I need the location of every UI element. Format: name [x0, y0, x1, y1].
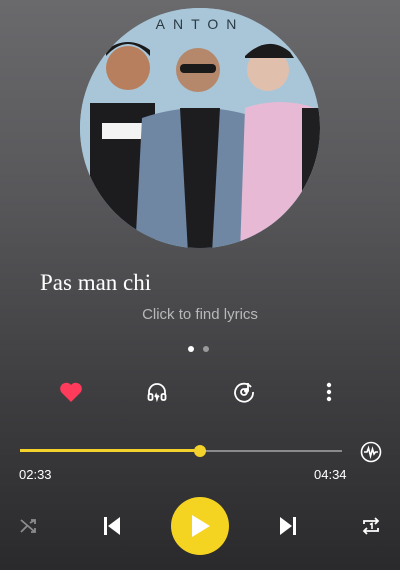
find-lyrics-link[interactable]: Click to find lyrics: [0, 306, 400, 323]
heart-icon: [60, 382, 82, 402]
album-art-text: ANTON: [155, 16, 245, 32]
waveform-icon: [360, 441, 382, 463]
elapsed-time: 02:33: [19, 467, 52, 482]
shuffle-button[interactable]: [18, 515, 40, 537]
play-button[interactable]: [171, 497, 229, 555]
action-row: [0, 378, 400, 408]
favorite-button[interactable]: [58, 380, 84, 404]
more-vertical-icon: [326, 382, 332, 402]
album-art: ANTON: [80, 8, 320, 248]
headphones-button[interactable]: [145, 380, 169, 404]
repeat-button[interactable]: [359, 515, 383, 537]
next-button[interactable]: [276, 514, 300, 538]
page-dot[interactable]: [203, 346, 209, 352]
play-icon: [192, 515, 210, 537]
playback-controls: [0, 497, 400, 557]
previous-button[interactable]: [100, 514, 124, 538]
page-dot-active[interactable]: [188, 346, 194, 352]
equalizer-button[interactable]: [232, 380, 256, 404]
headphones-icon: [147, 383, 167, 403]
album-art-image: [80, 8, 320, 248]
skip-previous-icon: [104, 517, 120, 535]
repeat-one-icon: [362, 517, 380, 535]
track-title: Pas man chi: [40, 270, 152, 295]
page-indicator: [188, 346, 209, 352]
skip-next-icon: [280, 517, 296, 535]
seek-fill: [20, 449, 201, 452]
equalizer-disc-icon: [234, 382, 254, 403]
seek-thumb[interactable]: [194, 445, 207, 457]
shuffle-icon: [20, 519, 36, 533]
visualizer-button[interactable]: [359, 440, 383, 464]
total-time: 04:34: [314, 467, 347, 482]
seek-bar[interactable]: [20, 445, 342, 457]
more-options-button[interactable]: [320, 380, 338, 404]
